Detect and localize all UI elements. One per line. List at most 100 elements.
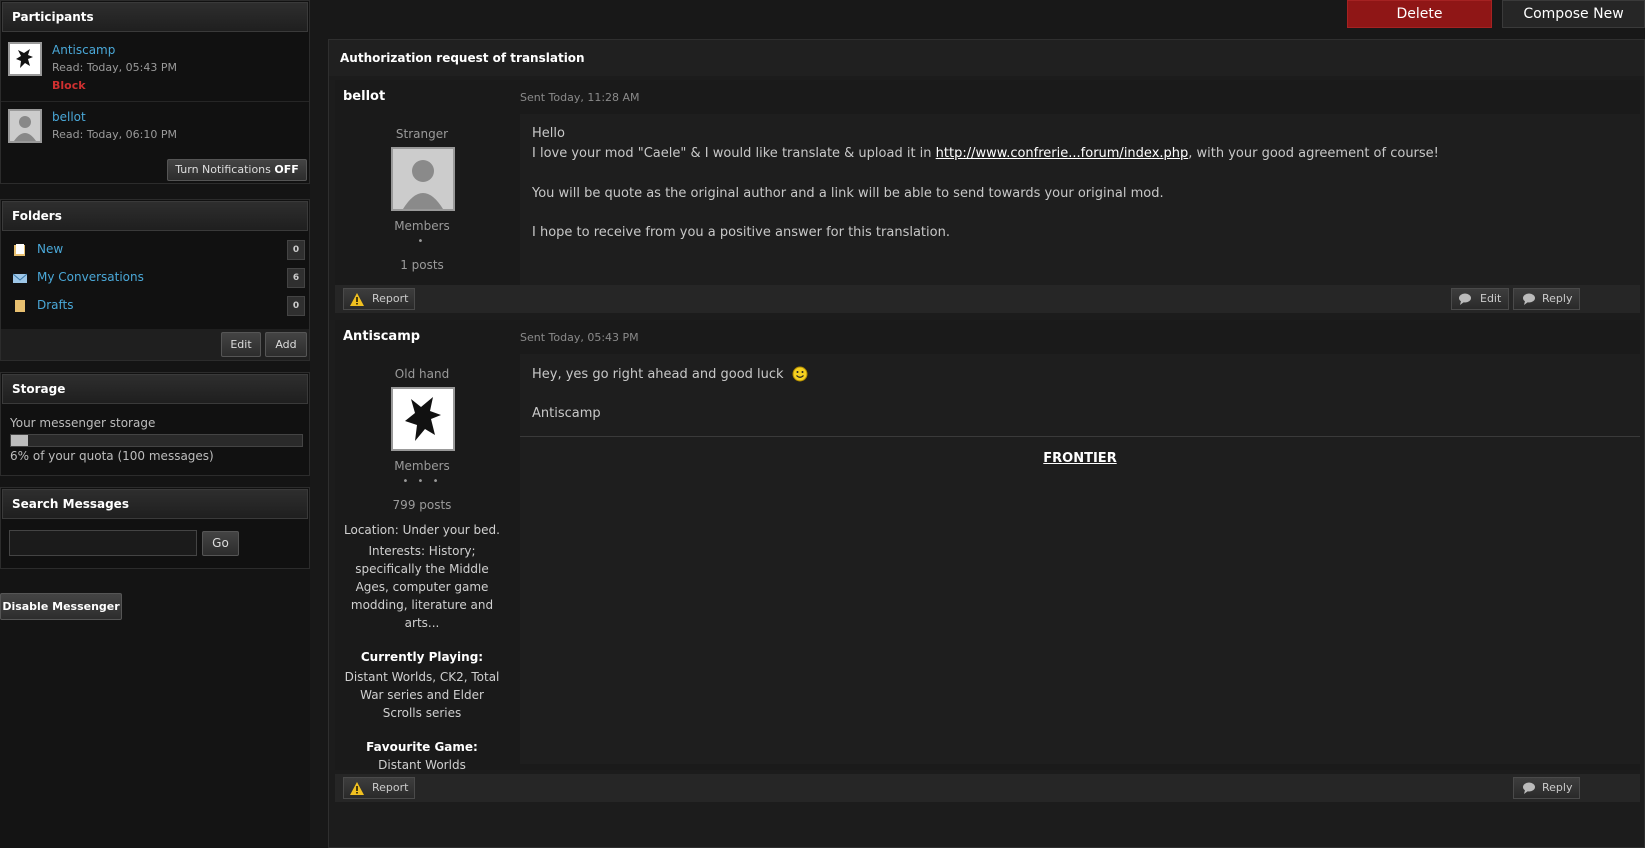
edit-bubble-icon [1459, 293, 1471, 305]
profile-location: Location: Under your bed. [344, 523, 500, 537]
post-author-rank: Stranger [395, 127, 449, 141]
post-item: Antiscamp Sent Today, 05:43 PM Old hand … [335, 320, 1640, 772]
folder-label: My Conversations [37, 270, 144, 284]
edit-button[interactable]: Edit [1451, 288, 1509, 310]
compose-new-button[interactable]: Compose New [1502, 0, 1645, 28]
griffin-icon [16, 49, 33, 68]
folder-label: Drafts [37, 298, 74, 312]
post-author[interactable]: Antiscamp [343, 329, 420, 344]
post-author-rank: Old hand [394, 367, 450, 381]
warning-icon [350, 782, 364, 795]
read-status: Read: Today, 05:43 PM [52, 61, 177, 74]
post-footer: Report Edit Reply [335, 285, 1640, 313]
delete-button[interactable]: Delete [1347, 0, 1492, 28]
message-line: Hey, yes go right ahead and good luck [532, 366, 808, 382]
disable-messenger-button[interactable]: Disable Messenger [0, 593, 122, 620]
report-button[interactable]: Report [343, 288, 415, 310]
search-panel: Search Messages Go [0, 487, 310, 569]
post-count: 1 posts [400, 258, 444, 272]
participant-item: Antiscamp Read: Today, 05:43 PM Block [1, 33, 309, 102]
notifications-label: Turn Notifications [175, 163, 271, 176]
profile-fav-label: Favourite Game: [366, 740, 478, 754]
reply-label: Reply [1542, 781, 1573, 794]
report-label: Report [372, 781, 409, 794]
message-line: I love your mod "Caele" & I would like t… [532, 146, 1439, 161]
read-status: Read: Today, 06:10 PM [52, 128, 177, 141]
message-line: Antiscamp [532, 406, 601, 421]
message-link[interactable]: http://www.confrerie...forum/index.php [936, 146, 1189, 161]
avatar[interactable] [391, 387, 455, 451]
storage-title: Storage [2, 374, 308, 404]
default-avatar-icon [403, 160, 443, 209]
block-link[interactable]: Block [52, 79, 86, 92]
report-label: Report [372, 292, 409, 305]
reply-bubble-icon [1523, 782, 1535, 794]
post-body: Hello I love your mod "Caele" & I would … [520, 114, 1640, 290]
folder-new-icon [14, 244, 25, 256]
smiley-icon [792, 366, 808, 382]
post-date: Sent Today, 11:28 AM [520, 91, 640, 104]
folders-footer [1, 329, 309, 360]
search-title: Search Messages [2, 489, 308, 519]
participants-title: Participants [2, 2, 308, 32]
message-line: I hope to receive from you a positive an… [532, 225, 950, 240]
search-go-button[interactable]: Go [202, 531, 239, 556]
message-line: You will be quote as the original author… [532, 186, 1164, 201]
notifications-state: OFF [274, 163, 299, 176]
profile-interests: Interests: History; specifically the Mid… [350, 544, 494, 630]
drafts-icon [15, 300, 25, 312]
folder-count: 0 [287, 296, 305, 316]
profile-fav: Distant Worlds [378, 758, 466, 772]
storage-bar-fill [11, 435, 29, 446]
conversation-panel: Authorization request of translation bel… [328, 39, 1645, 848]
folder-item-drafts[interactable]: Drafts 0 [13, 296, 305, 316]
notifications-toggle-button[interactable]: Turn Notifications OFF [167, 159, 307, 181]
signature-divider [520, 436, 1640, 437]
rank-pips: • • • [402, 476, 442, 487]
participant-name[interactable]: Antiscamp [52, 43, 115, 57]
storage-bar [10, 434, 303, 447]
main-content: Delete Compose New Authorization request… [328, 0, 1645, 848]
folder-label: New [37, 242, 64, 256]
folders-title: Folders [2, 201, 308, 231]
post-item: bellot Sent Today, 11:28 AM Stranger Mem… [335, 80, 1640, 296]
search-input[interactable] [9, 530, 197, 556]
message-line: Hello [532, 126, 565, 141]
add-folder-button[interactable]: Add [265, 332, 307, 357]
rank-pips: • [417, 236, 427, 247]
post-count: 799 posts [392, 498, 452, 512]
avatar[interactable] [391, 147, 455, 211]
reply-button[interactable]: Reply [1513, 288, 1580, 310]
folder-item-new[interactable]: New 0 [13, 240, 305, 260]
avatar[interactable] [8, 109, 42, 143]
default-avatar-icon [14, 116, 36, 141]
conversation-title: Authorization request of translation [329, 40, 1644, 76]
reply-button[interactable]: Reply [1513, 777, 1580, 799]
folder-count: 6 [287, 268, 305, 288]
storage-label: Your messenger storage [10, 416, 156, 430]
envelope-icon [13, 273, 27, 283]
avatar[interactable] [8, 42, 42, 76]
folders-panel: Folders New 0 My Conversations 6 Drafts … [0, 199, 310, 361]
edit-folders-button[interactable]: Edit [221, 332, 261, 357]
warning-icon [350, 293, 364, 306]
participant-name[interactable]: bellot [52, 110, 86, 124]
post-date: Sent Today, 05:43 PM [520, 331, 639, 344]
report-button[interactable]: Report [343, 777, 415, 799]
storage-quota-text: 6% of your quota (100 messages) [10, 449, 214, 463]
edit-label: Edit [1480, 292, 1502, 305]
reply-label: Reply [1542, 292, 1573, 305]
participant-item: bellot Read: Today, 06:10 PM [1, 102, 309, 154]
post-author-group: Members [394, 219, 450, 233]
signature-title: FRONTIER [1043, 451, 1117, 466]
post-author[interactable]: bellot [343, 89, 385, 104]
storage-panel: Storage Your messenger storage 6% of you… [0, 372, 310, 476]
folder-item-my-conversations[interactable]: My Conversations 6 [13, 268, 305, 288]
post-footer: Report Reply [335, 774, 1640, 802]
sidebar: Participants Antiscamp Read: Today, 05:4… [0, 0, 310, 848]
participants-panel: Participants Antiscamp Read: Today, 05:4… [0, 0, 310, 184]
profile-playing: Distant Worlds, CK2, Total War series an… [344, 670, 500, 720]
post-author-group: Members [394, 459, 450, 473]
folder-count: 0 [287, 240, 305, 260]
reply-bubble-icon [1523, 293, 1535, 305]
